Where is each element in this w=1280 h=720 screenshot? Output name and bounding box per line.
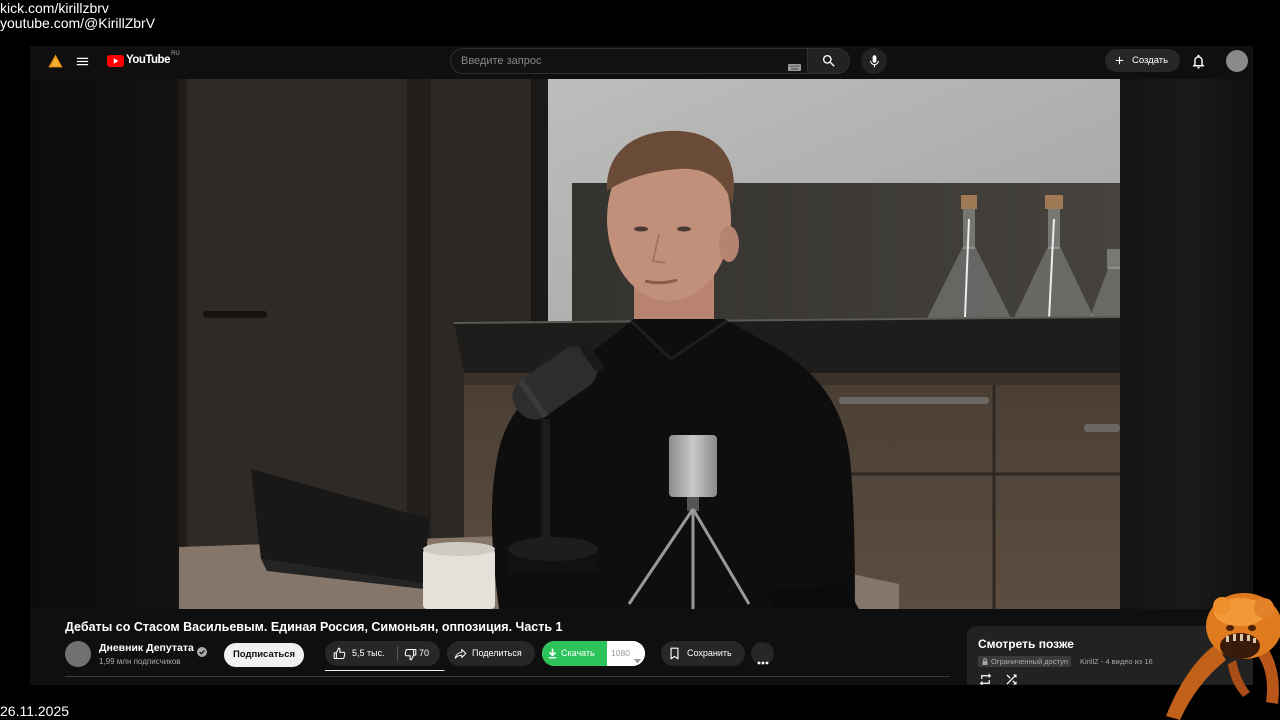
download-icon xyxy=(546,647,559,660)
mascot-leg xyxy=(1228,660,1250,697)
save-button[interactable]: Сохранить xyxy=(661,641,745,666)
mic-icon xyxy=(867,54,882,69)
warning-icon[interactable] xyxy=(48,54,63,68)
more-icon xyxy=(757,652,769,664)
bell-icon[interactable] xyxy=(1190,53,1207,70)
like-ratio-fill xyxy=(325,670,444,671)
video-player[interactable] xyxy=(30,79,1253,609)
download-quality-select[interactable]: 1080 xyxy=(607,641,645,666)
create-button[interactable]: Создать xyxy=(1105,49,1180,72)
shuffle-icon[interactable] xyxy=(1004,672,1019,685)
mascot-bump-1 xyxy=(1213,597,1231,615)
verified-icon xyxy=(197,644,207,657)
download-group: Скачать 1080 xyxy=(542,641,645,666)
mascot-bump-2 xyxy=(1254,598,1274,618)
overlay-youtube-url: youtube.com/@KirillZbrV xyxy=(0,15,156,31)
share-button[interactable]: Поделиться xyxy=(447,641,535,666)
mic-stand-base-top xyxy=(508,537,598,561)
thumb-up-icon xyxy=(332,646,347,661)
door-handle xyxy=(203,311,267,318)
search-icon xyxy=(821,53,837,69)
logo-text: YouTube xyxy=(126,54,170,66)
mascot-overlay xyxy=(1166,593,1280,720)
share-label: Поделиться xyxy=(472,648,522,658)
dislike-count: 70 xyxy=(419,648,430,658)
coffee-cup-rim xyxy=(423,542,495,556)
playlist-title[interactable]: Смотреть позже xyxy=(978,637,1074,651)
info-divider xyxy=(65,676,950,677)
region-code: RU xyxy=(171,51,180,57)
like-count: 5,5 тыс. xyxy=(352,648,385,658)
save-label: Сохранить xyxy=(687,648,732,658)
chevron-down-icon xyxy=(634,651,641,664)
drawer-handle xyxy=(839,397,989,404)
dislike-button[interactable]: 70 xyxy=(398,641,440,666)
search-button[interactable] xyxy=(807,48,850,74)
bookmark-icon xyxy=(667,646,682,661)
youtube-window: YouTube RU Создать xyxy=(30,46,1253,685)
silver-microphone xyxy=(669,435,717,497)
more-actions-button[interactable] xyxy=(751,642,774,665)
playlist-meta: KirillZ - 4 видео из 16 xyxy=(1080,657,1153,666)
create-label: Создать xyxy=(1132,55,1169,66)
thumb-down-icon xyxy=(403,647,418,662)
download-label: Скачать xyxy=(561,648,595,658)
subscriber-count: 1,99 млн подписчиков xyxy=(99,657,181,666)
menu-icon[interactable] xyxy=(75,54,90,69)
mascot-eye-right xyxy=(1248,625,1256,631)
search-input[interactable] xyxy=(450,48,808,74)
mascot-right-arm xyxy=(1258,648,1279,704)
privacy-badge: Ограниченный доступ xyxy=(978,656,1071,667)
coffee-cup xyxy=(423,549,495,609)
video-frame xyxy=(179,79,1120,609)
cabinet-handle xyxy=(1084,424,1120,432)
loop-icon[interactable] xyxy=(978,672,993,685)
overlay-date: 26.11.2025 xyxy=(0,703,70,719)
like-ratio-bar xyxy=(325,670,445,671)
download-button[interactable]: Скачать xyxy=(542,641,607,666)
speaker-eye-right xyxy=(677,226,691,232)
like-button[interactable]: 5,5 тыс. xyxy=(325,641,397,666)
privacy-label: Ограниченный доступ xyxy=(991,657,1068,666)
channel-name[interactable]: Дневник Депутата xyxy=(99,642,194,655)
mascot-left-arm xyxy=(1166,644,1226,720)
mic-stand-pole xyxy=(541,419,550,554)
subscribe-button[interactable]: Подписаться xyxy=(224,643,304,667)
door-edge xyxy=(179,79,187,609)
mascot-eye-left xyxy=(1226,625,1234,631)
speaker-eye-left xyxy=(634,226,648,232)
keyboard-icon[interactable] xyxy=(788,58,801,71)
share-icon xyxy=(453,646,468,661)
channel-avatar[interactable] xyxy=(65,641,91,667)
youtube-logo-icon xyxy=(107,54,124,67)
voice-search-button[interactable] xyxy=(861,48,887,74)
video-title: Дебаты со Стасом Васильевым. Единая Росс… xyxy=(65,620,563,634)
like-dislike-group: 5,5 тыс. 70 xyxy=(325,641,440,666)
speaker-ear xyxy=(719,226,739,262)
youtube-logo[interactable]: YouTube RU xyxy=(107,51,187,70)
overlay-kick-url: kick.com/kirillzbrv xyxy=(0,0,109,16)
avatar[interactable] xyxy=(1226,50,1248,72)
download-quality: 1080 xyxy=(611,648,630,658)
lock-icon xyxy=(981,657,989,666)
silver-mic-mount xyxy=(687,497,699,511)
plus-icon xyxy=(1113,54,1126,67)
top-bar: YouTube RU Создать xyxy=(30,46,1253,79)
